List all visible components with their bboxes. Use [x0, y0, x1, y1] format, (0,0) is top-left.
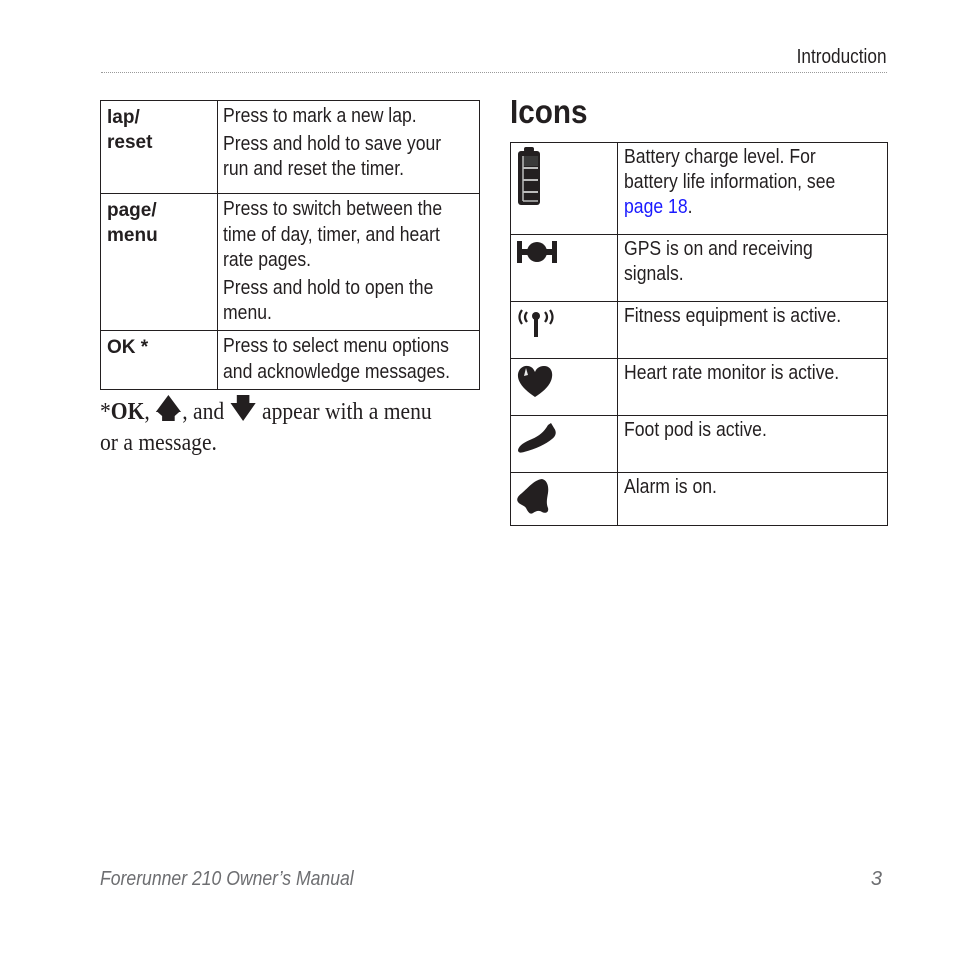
header-divider — [101, 72, 887, 73]
button-name: lap/ — [107, 107, 140, 128]
icon-cell — [510, 301, 618, 359]
icon-description: Battery charge level. For battery life i… — [617, 142, 888, 235]
button-name: reset — [107, 132, 153, 153]
section-title: Icons — [510, 93, 588, 130]
icon-cell — [510, 415, 618, 473]
table-row: lap/ reset Press to mark a new lap. Pres… — [100, 100, 480, 194]
icon-cell — [510, 472, 618, 526]
icon-cell — [510, 358, 618, 416]
description-paragraph: Press and hold to open the menu. — [223, 276, 434, 325]
icon-description: Foot pod is active. — [617, 415, 888, 473]
table-row: Battery charge level. For battery life i… — [510, 142, 888, 235]
icon-description: Alarm is on. — [617, 472, 888, 526]
footnote: *OK, , and appear with a menu or a messa… — [100, 394, 480, 459]
heart-rate-icon — [516, 363, 617, 399]
icon-description: GPS is on and receiving signals. — [617, 234, 888, 302]
button-name: menu — [107, 225, 158, 246]
button-description-cell: Press to select menu options and acknowl… — [217, 330, 480, 390]
icon-description: Fitness equipment is active. — [617, 301, 888, 359]
alarm-icon — [516, 477, 617, 515]
description-paragraph: Press to select menu options and acknowl… — [223, 335, 450, 383]
table-row: Alarm is on. — [510, 472, 888, 526]
battery-icon — [516, 147, 617, 207]
description-paragraph: Press to switch between the time of day,… — [223, 198, 443, 271]
table-row: page/ menu Press to switch between the t… — [100, 193, 480, 331]
icon-cell — [510, 142, 618, 235]
icon-cell — [510, 234, 618, 302]
button-description-cell: Press to mark a new lap. Press and hold … — [217, 100, 480, 194]
page-18-link[interactable]: page 18 — [624, 196, 688, 218]
footer-manual-title: Forerunner 210 Owner’s Manual — [100, 868, 354, 890]
table-row: OK * Press to select menu options and ac… — [100, 330, 480, 390]
footer-page-number: 3 — [870, 868, 882, 890]
down-arrow-icon — [230, 394, 257, 422]
table-row: Heart rate monitor is active. — [510, 358, 888, 416]
up-arrow-icon — [155, 394, 182, 422]
fitness-equipment-icon — [516, 306, 617, 338]
icon-description: Heart rate monitor is active. — [617, 358, 888, 416]
button-name: page/ — [107, 200, 157, 221]
gps-icon — [516, 239, 617, 265]
button-name-cell: OK * — [100, 330, 218, 390]
button-function-table: lap/ reset Press to mark a new lap. Pres… — [100, 100, 480, 390]
table-row: GPS is on and receiving signals. — [510, 234, 888, 302]
table-row: Fitness equipment is active. — [510, 301, 888, 359]
ok-label: OK — [110, 399, 145, 425]
icons-table: Battery charge level. For battery life i… — [510, 142, 888, 526]
description-paragraph: Press and hold to save your run and rese… — [223, 132, 442, 181]
button-name-cell: page/ menu — [100, 193, 218, 331]
foot-pod-icon — [516, 420, 617, 454]
button-name: OK * — [107, 337, 149, 358]
description-paragraph: Press to mark a new lap. — [223, 105, 417, 127]
button-description-cell: Press to switch between the time of day,… — [217, 193, 480, 331]
button-name-cell: lap/ reset — [100, 100, 218, 194]
table-row: Foot pod is active. — [510, 415, 888, 473]
running-header: Introduction — [797, 46, 887, 68]
